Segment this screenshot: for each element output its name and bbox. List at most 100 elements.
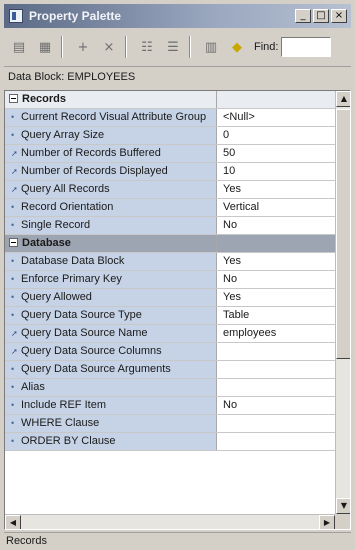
property-row[interactable]: Query Array Size0 [5,127,335,145]
context-label: Data Block: EMPLOYEES [4,66,351,88]
property-name: Query Array Size [5,127,217,144]
property-row[interactable]: Database Data BlockYes [5,253,335,271]
property-name: Query Data Source Columns [5,343,217,360]
category-value [217,235,335,252]
default-property-icon [11,289,14,306]
find-input[interactable] [281,37,332,57]
changed-property-icon [11,145,18,162]
intersection-icon[interactable]: ☰ [162,36,184,58]
copy-properties-icon[interactable]: ▤ [8,36,30,58]
property-value[interactable]: No [217,271,335,288]
property-value[interactable] [217,415,335,432]
property-value[interactable]: 50 [217,145,335,162]
category-label: Database [5,235,217,252]
minimize-button[interactable]: _ [295,9,311,23]
property-name: Number of Records Displayed [5,163,217,180]
property-row[interactable]: Query Data Source Columns [5,343,335,361]
property-row[interactable]: Current Record Visual Attribute Group<Nu… [5,109,335,127]
default-property-icon [11,217,14,234]
property-value[interactable]: Table [217,307,335,324]
collapse-icon[interactable] [9,238,18,247]
property-row[interactable]: Query AllowedYes [5,289,335,307]
add-property-icon[interactable]: + [72,36,94,58]
property-value[interactable]: Yes [217,253,335,270]
property-value[interactable]: employees [217,325,335,342]
property-row[interactable]: Query Data Source TypeTable [5,307,335,325]
close-button[interactable]: × [331,9,347,23]
property-row[interactable]: Number of Records Buffered50 [5,145,335,163]
property-name: Query Data Source Type [5,307,217,324]
property-value[interactable]: No [217,397,335,414]
inherit-icon[interactable]: ◆ [226,36,248,58]
property-row[interactable]: Record OrientationVertical [5,199,335,217]
property-grid: Records Current Record Visual Attribute … [4,90,351,530]
scroll-corner [335,514,350,529]
maximize-button[interactable]: □ [313,9,329,23]
vertical-scrollbar[interactable]: ▲ ▼ [335,91,350,514]
property-row[interactable]: Enforce Primary KeyNo [5,271,335,289]
changed-property-icon [11,163,18,180]
default-property-icon [11,433,14,450]
property-name: ORDER BY Clause [5,433,217,450]
default-property-icon [11,199,14,216]
property-value[interactable]: <Null> [217,109,335,126]
paste-properties-icon[interactable]: ▦ [34,36,56,58]
scroll-right-icon[interactable]: ▶ [319,515,335,529]
toolbar-divider [61,36,63,58]
property-name: WHERE Clause [5,415,217,432]
category-database[interactable]: Database [5,235,335,253]
property-value[interactable] [217,379,335,396]
default-property-icon [11,361,14,378]
property-row[interactable]: Include REF ItemNo [5,397,335,415]
property-value[interactable]: Vertical [217,199,335,216]
scroll-left-icon[interactable]: ◀ [5,515,21,529]
property-row[interactable]: Single RecordNo [5,217,335,235]
property-value[interactable]: 10 [217,163,335,180]
changed-property-icon [11,181,18,198]
changed-property-icon [11,325,18,342]
changed-property-icon [11,343,18,360]
default-property-icon [11,127,14,144]
property-name: Query All Records [5,181,217,198]
property-name: Query Allowed [5,289,217,306]
property-name: Query Data Source Name [5,325,217,342]
category-records[interactable]: Records [5,91,335,109]
property-row[interactable]: WHERE Clause [5,415,335,433]
default-property-icon [11,253,14,270]
property-value[interactable] [217,343,335,360]
property-row[interactable]: Query Data Source Arguments [5,361,335,379]
property-row[interactable]: Number of Records Displayed10 [5,163,335,181]
scroll-down-icon[interactable]: ▼ [336,498,350,514]
property-name: Alias [5,379,217,396]
property-value[interactable]: Yes [217,289,335,306]
property-name: Include REF Item [5,397,217,414]
category-value [217,91,335,108]
scroll-thumb[interactable] [336,109,350,359]
horizontal-scrollbar[interactable]: ◀ ▶ [5,514,335,529]
union-icon[interactable]: ☷ [136,36,158,58]
property-value[interactable]: No [217,217,335,234]
property-name: Enforce Primary Key [5,271,217,288]
property-name: Single Record [5,217,217,234]
property-name: Number of Records Buffered [5,145,217,162]
property-value[interactable]: Yes [217,181,335,198]
default-property-icon [11,109,14,126]
delete-property-icon[interactable]: × [98,36,120,58]
property-row[interactable]: Alias [5,379,335,397]
scroll-up-icon[interactable]: ▲ [336,91,350,107]
freeze-icon[interactable]: ▥ [200,36,222,58]
property-row[interactable]: Query All RecordsYes [5,181,335,199]
property-row[interactable]: ORDER BY Clause [5,433,335,451]
title-bar[interactable]: Property Palette _ □ × [4,4,351,28]
property-value[interactable]: 0 [217,127,335,144]
toolbar: ▤ ▦ + × ☷ ☰ ▥ ◆ Find: [4,30,351,64]
property-name: Query Data Source Arguments [5,361,217,378]
window-title: Property Palette [29,9,122,23]
palette-icon [9,9,23,23]
property-value[interactable] [217,433,335,450]
property-name: Record Orientation [5,199,217,216]
property-row[interactable]: Query Data Source Nameemployees [5,325,335,343]
property-rows: Records Current Record Visual Attribute … [5,91,335,514]
collapse-icon[interactable] [9,94,18,103]
property-value[interactable] [217,361,335,378]
